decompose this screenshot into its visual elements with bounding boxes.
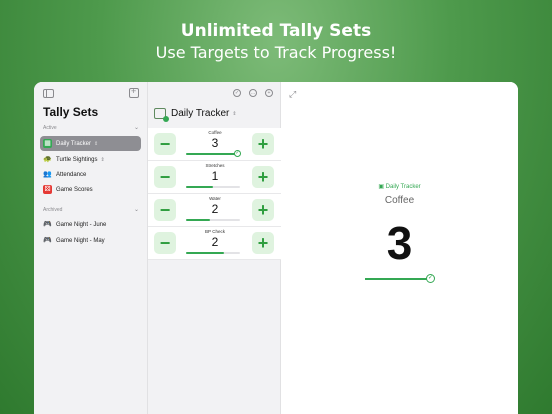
checkmark-icon: ✓ [234,150,241,157]
tally-name: Coffee [208,130,222,135]
gamepad-icon: 🎮 [43,221,52,228]
tally-value: 2 [211,235,219,249]
add-tally-icon[interactable]: + [265,89,273,97]
progress-bar [186,186,240,188]
tally-name: BP Check [205,229,225,234]
hero-subtitle: Use Targets to Track Progress! [155,43,397,62]
decrement-button[interactable]: − [154,232,176,254]
updown-chevron-icon: ⇕ [94,140,99,147]
checkmark-icon: ✓ [426,274,435,283]
updown-chevron-icon: ⇕ [232,110,237,117]
increment-button[interactable]: + [252,232,274,254]
hero-banner: Unlimited Tally Sets Use Targets to Trac… [0,20,552,64]
sidebar-item-label: Attendance [56,171,87,178]
dice-icon: ⚄ [43,185,52,194]
sidebar-toggle-icon[interactable] [43,89,54,98]
tally-set-title-label: Daily Tracker [171,108,230,119]
progress-bar [186,252,240,254]
progress-fill [186,153,240,155]
add-tally-set-icon[interactable] [129,86,139,98]
tally-detail-pane: ⤢ ▣ Daily Tracker Coffee 3 ✓ [281,82,518,414]
hero-title: Unlimited Tally Sets [180,21,372,41]
sidebar: Tally Sets Active ⌄ ▦ Daily Tracker ⇕ 🐢 … [34,82,148,414]
chevron-down-icon[interactable]: ⌄ [134,124,139,131]
chevron-down-icon[interactable]: ⌄ [134,206,139,213]
progress-bar [186,153,240,155]
more-icon[interactable]: … [249,89,257,97]
tally-set-title[interactable]: Daily Tracker ⇕ [154,108,237,122]
calendar-icon: ▣ [378,184,386,190]
sidebar-item-game-scores[interactable]: ⚄ Game Scores [40,182,141,197]
decrement-button[interactable]: − [154,133,176,155]
sidebar-item-game-night-may[interactable]: 🎮 Game Night - May [40,233,141,248]
sidebar-item-label: Turtle Sightings [56,156,98,163]
section-active-label: Active [43,125,57,131]
tally-row-coffee: − Coffee 3 ✓ + [148,128,281,161]
tally-name: Stretches [205,163,225,168]
increment-button[interactable]: + [252,133,274,155]
gamepad-icon: 🎮 [43,237,52,244]
detail-tally-name: Coffee [384,195,415,206]
progress-fill [186,252,224,254]
tally-row-bp-check: − BP Check 2 + [148,227,281,260]
calendar-icon [154,108,169,122]
sidebar-item-game-night-june[interactable]: 🎮 Game Night - June [40,217,141,232]
tally-value: 1 [211,169,219,183]
sidebar-item-attendance[interactable]: 👥 Attendance [40,167,141,182]
updown-chevron-icon: ⇕ [100,156,105,163]
tally-value: 2 [211,202,219,216]
tally-list-pane: ✓ … + Daily Tracker ⇕ − Coffee 3 ✓ + − S… [148,82,281,414]
sidebar-item-daily-tracker[interactable]: ▦ Daily Tracker ⇕ [40,136,141,151]
tally-row-stretches: − Stretches 1 + [148,161,281,194]
section-archived-label: Archived [43,207,63,213]
sidebar-title: Tally Sets [43,105,99,119]
sidebar-item-label: Game Night - May [56,237,105,244]
turtle-icon: 🐢 [43,156,52,163]
detail-progress-bar [365,278,431,280]
app-window: Tally Sets Active ⌄ ▦ Daily Tracker ⇕ 🐢 … [34,82,518,414]
detail-tally-value[interactable]: 3 [281,216,518,270]
decrement-button[interactable]: − [154,166,176,188]
people-icon: 👥 [43,171,52,178]
progress-fill [186,186,213,188]
calendar-icon: ▦ [43,139,52,148]
increment-button[interactable]: + [252,166,274,188]
sidebar-item-turtle-sightings[interactable]: 🐢 Turtle Sightings ⇕ [40,152,141,167]
detail-set-name: ▣ Daily Tracker [281,183,518,190]
detail-set-name-label: Daily Tracker [385,184,421,190]
progress-bar [186,219,240,221]
sidebar-item-label: Game Scores [56,186,93,193]
expand-icon[interactable]: ⤢ [289,89,296,100]
progress-fill [186,219,211,221]
sidebar-item-label: Game Night - June [56,221,107,228]
tally-value: 3 [211,136,219,150]
tally-name: Water [209,196,221,201]
sidebar-item-label: Daily Tracker [56,140,92,147]
tally-row-water: − Water 2 + [148,194,281,227]
target-icon[interactable]: ✓ [233,89,241,97]
increment-button[interactable]: + [252,199,274,221]
decrement-button[interactable]: − [154,199,176,221]
